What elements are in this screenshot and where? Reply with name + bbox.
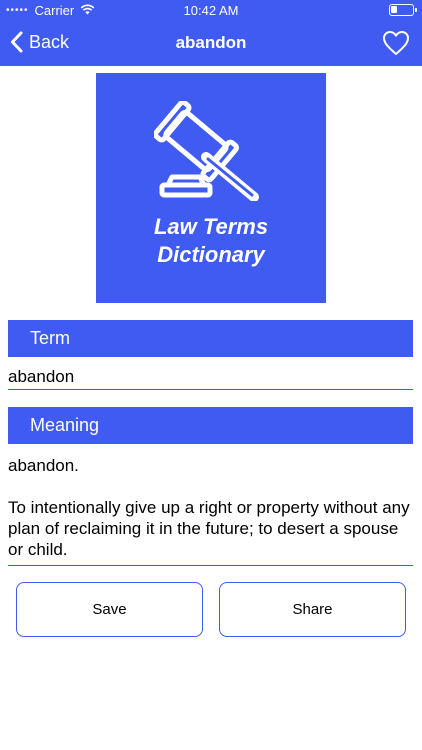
status-time: 10:42 AM (183, 3, 239, 18)
term-value: abandon (8, 367, 75, 386)
save-button[interactable]: Save (16, 582, 203, 637)
meaning-section-header: Meaning (8, 407, 413, 444)
meaning-paragraph: abandon. (8, 456, 79, 475)
meaning-text: abandon. To intentionally give up a righ… (8, 455, 413, 560)
logo-line-2: Dictionary (157, 242, 265, 267)
logo-text: Law Terms Dictionary (96, 213, 326, 269)
term-section-header: Term (8, 320, 413, 357)
meaning-paragraph: To intentionally give up a right or prop… (8, 498, 410, 559)
navigation-header: ••••• Carrier 10:42 AM Back abandon (0, 0, 422, 66)
app-logo: Law Terms Dictionary (96, 73, 326, 303)
battery-icon (389, 4, 417, 16)
status-bar: ••••• Carrier 10:42 AM (0, 0, 422, 22)
gavel-icon (154, 101, 259, 201)
meaning-divider (8, 565, 413, 566)
share-button[interactable]: Share (219, 582, 406, 637)
page-title: abandon (175, 33, 247, 52)
nav-bar: Back abandon (0, 24, 422, 64)
favorite-heart-icon[interactable] (382, 30, 410, 61)
term-divider (8, 389, 413, 390)
logo-line-1: Law Terms (153, 214, 269, 239)
